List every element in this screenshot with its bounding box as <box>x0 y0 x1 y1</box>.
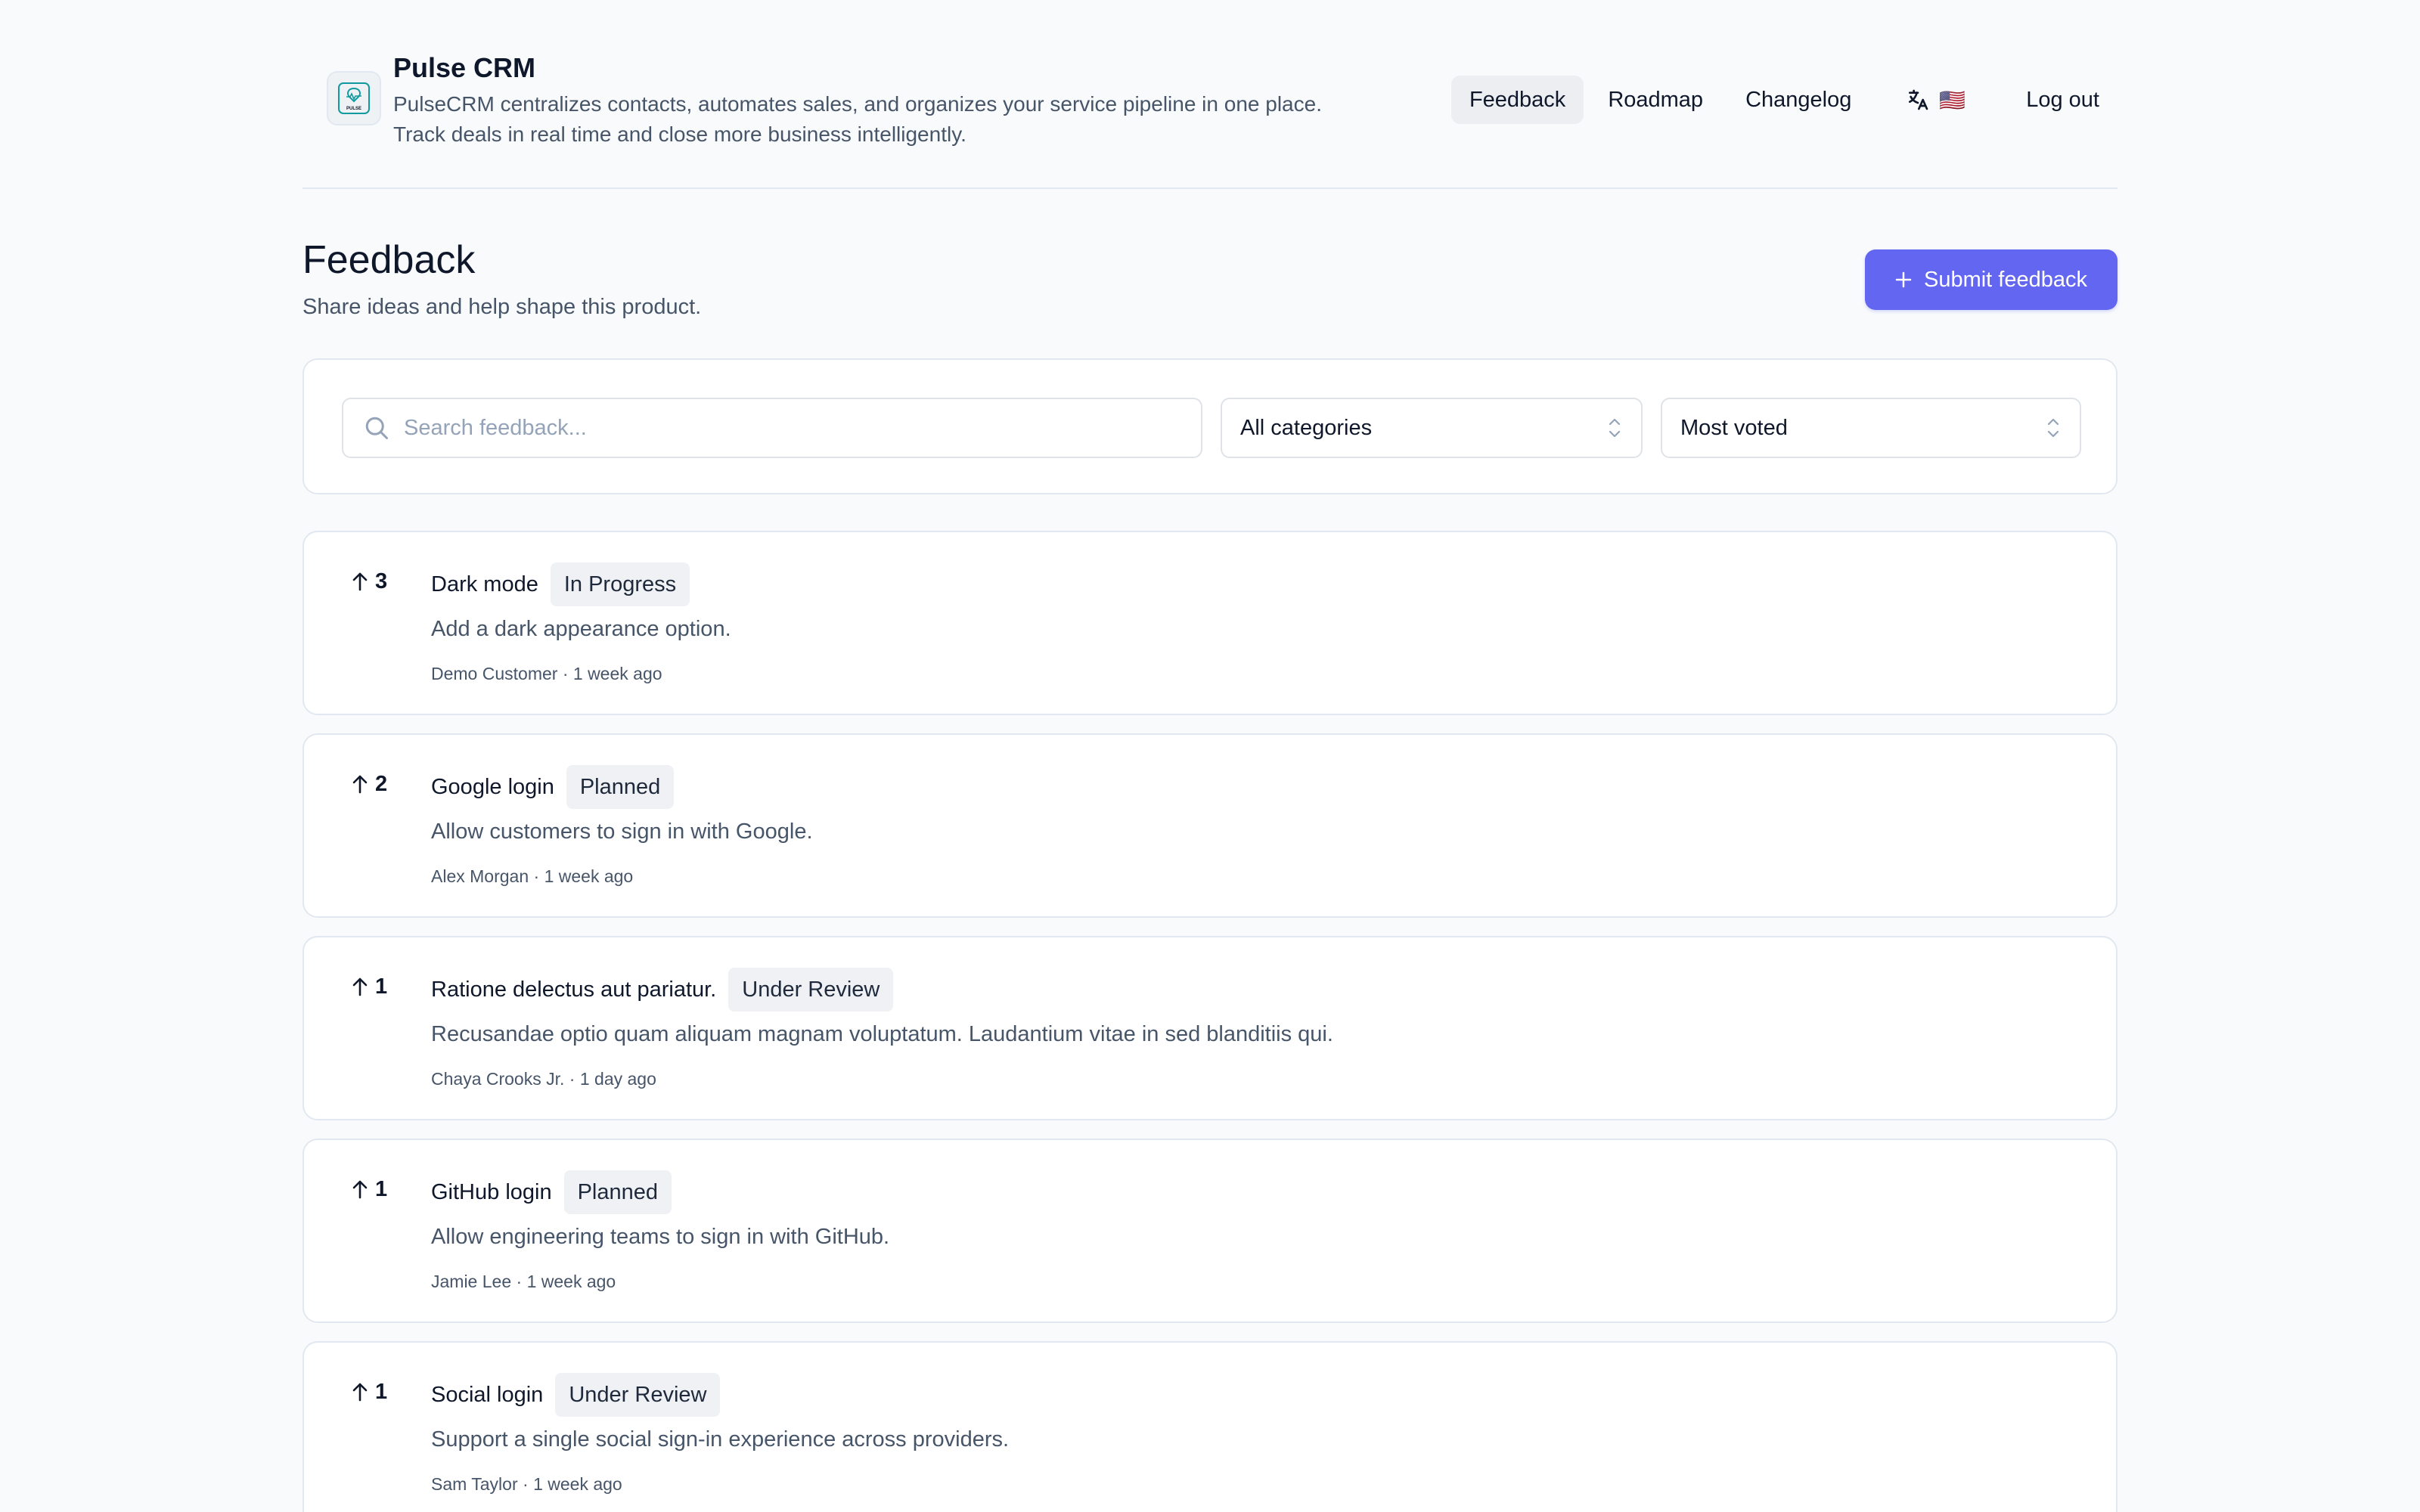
feedback-description: Add a dark appearance option. <box>431 617 731 641</box>
feedback-time: 1 week ago <box>544 866 634 886</box>
page-title: Feedback <box>302 238 476 282</box>
search-icon <box>365 417 388 439</box>
language-switcher[interactable]: 🇺🇸 <box>1888 76 1984 124</box>
feedback-title[interactable]: Social login <box>431 1383 543 1408</box>
feedback-description: Support a single social sign-in experien… <box>431 1427 1010 1452</box>
feedback-item[interactable]: 2 Google login Planned Allow customers t… <box>302 733 2118 918</box>
upvote-button[interactable]: 3 <box>351 562 387 600</box>
feedback-meta: Demo Customer · 1 week ago <box>431 664 662 683</box>
feedback-item[interactable]: 1 GitHub login Planned Allow engineering… <box>302 1139 2118 1323</box>
status-badge: In Progress <box>550 562 690 606</box>
arrow-up-icon <box>352 1180 368 1199</box>
feedback-author: Alex Morgan <box>431 866 529 886</box>
translate-icon <box>1909 89 1928 110</box>
filter-bar: All categories Most voted <box>302 358 2118 494</box>
feedback-meta: Chaya Crooks Jr. · 1 day ago <box>431 1069 656 1089</box>
feedback-author: Sam Taylor <box>431 1474 518 1494</box>
app-name: Pulse CRM <box>393 52 536 83</box>
feedback-author: Jamie Lee <box>431 1272 512 1291</box>
app-logo[interactable]: PULSE <box>327 71 381 125</box>
status-badge: Under Review <box>555 1373 721 1417</box>
feedback-item[interactable]: 1 Social login Under Review Support a si… <box>302 1341 2118 1512</box>
nav-changelog[interactable]: Changelog <box>1727 76 1869 124</box>
page: PULSE Pulse CRM PulseCRM centralizes con… <box>0 0 2420 1512</box>
feedback-header: Ratione delectus aut pariatur. Under Rev… <box>431 966 894 1013</box>
submit-feedback-label: Submit feedback <box>1923 267 2087 292</box>
feedback-time: 1 week ago <box>572 664 662 683</box>
feedback-description: Allow customers to sign in with Google. <box>431 820 813 844</box>
pulse-logo-icon: PULSE <box>338 82 370 114</box>
category-selected-value: All categories <box>1240 415 1373 440</box>
search-box[interactable] <box>342 398 1202 458</box>
feedback-item[interactable]: 1 Ratione delectus aut pariatur. Under R… <box>302 936 2118 1120</box>
submit-feedback-button[interactable]: Submit feedback <box>1865 249 2118 310</box>
feedback-description: Recusandae optio quam aliquam magnam vol… <box>431 1022 1333 1046</box>
feedback-time: 1 week ago <box>533 1474 622 1494</box>
upvote-button[interactable]: 2 <box>351 765 387 803</box>
vote-count: 1 <box>375 974 388 999</box>
us-flag-icon: 🇺🇸 <box>1939 88 1966 112</box>
sort-select[interactable]: Most voted <box>1661 398 2081 458</box>
search-input[interactable] <box>404 405 1190 451</box>
feedback-header: Google login Planned <box>431 764 675 810</box>
tagline-line-1: PulseCRM centralizes contacts, automates… <box>393 92 1322 116</box>
feedback-title[interactable]: Dark mode <box>431 572 538 597</box>
vote-count: 1 <box>375 1176 388 1201</box>
feedback-time: 1 week ago <box>526 1272 616 1291</box>
brand-block: Pulse CRM PulseCRM centralizes contacts,… <box>393 51 1452 150</box>
chevron-up-down-icon <box>1609 418 1621 438</box>
vote-count: 2 <box>375 771 388 796</box>
logo-text: PULSE <box>346 107 361 111</box>
status-badge: Planned <box>563 1170 672 1214</box>
nav-roadmap[interactable]: Roadmap <box>1590 76 1721 124</box>
feedback-meta: Sam Taylor · 1 week ago <box>431 1474 622 1494</box>
status-badge: Under Review <box>728 968 894 1012</box>
feedback-author: Demo Customer <box>431 664 558 683</box>
vote-count: 1 <box>375 1379 388 1404</box>
arrow-up-icon <box>352 1383 368 1402</box>
arrow-up-icon <box>352 775 368 794</box>
feedback-item[interactable]: 3 Dark mode In Progress Add a dark appea… <box>302 531 2118 715</box>
top-nav: Feedback Roadmap Changelog 🇺🇸 Log out <box>1445 76 2118 124</box>
arrow-up-icon <box>352 572 368 591</box>
sort-selected-value: Most voted <box>1680 415 1788 440</box>
nav-feedback[interactable]: Feedback <box>1450 76 1584 124</box>
category-select[interactable]: All categories <box>1221 398 1643 458</box>
app-tagline: PulseCRM centralizes contacts, automates… <box>393 89 1452 150</box>
feedback-meta: Alex Morgan · 1 week ago <box>431 866 634 886</box>
page-subtitle: Share ideas and help shape this product. <box>302 295 702 319</box>
upvote-button[interactable]: 1 <box>351 1170 387 1208</box>
feedback-header: GitHub login Planned <box>431 1169 672 1216</box>
chevron-up-down-icon <box>2047 418 2059 438</box>
logout-link[interactable]: Log out <box>2008 76 2118 124</box>
feedback-title[interactable]: Ratione delectus aut pariatur. <box>431 978 716 1002</box>
arrow-up-icon <box>352 978 368 996</box>
feedback-meta: Jamie Lee · 1 week ago <box>431 1272 616 1291</box>
upvote-button[interactable]: 1 <box>351 968 387 1005</box>
tagline-line-2: Track deals in real time and close more … <box>393 122 966 146</box>
feedback-title[interactable]: GitHub login <box>431 1180 552 1205</box>
upvote-button[interactable]: 1 <box>351 1373 387 1411</box>
feedback-header: Dark mode In Progress <box>431 561 690 608</box>
feedback-title[interactable]: Google login <box>431 775 554 800</box>
vote-count: 3 <box>375 569 388 593</box>
status-badge: Planned <box>566 765 675 809</box>
feedback-description: Allow engineering teams to sign in with … <box>431 1225 890 1249</box>
app-header: PULSE Pulse CRM PulseCRM centralizes con… <box>302 0 2118 189</box>
feedback-time: 1 day ago <box>579 1069 656 1089</box>
feedback-header: Social login Under Review <box>431 1371 721 1418</box>
feedback-author: Chaya Crooks Jr. <box>431 1069 565 1089</box>
plus-icon <box>1895 271 1912 288</box>
